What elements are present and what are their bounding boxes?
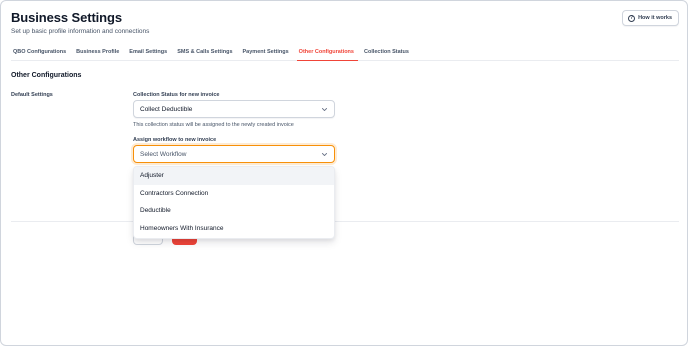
collection-status-select[interactable]: Collect Deductible — [133, 100, 335, 118]
workflow-dropdown-menu: Adjuster Contractors Connection Deductib… — [133, 166, 335, 239]
workflow-option[interactable]: Homeowners With Insurance — [134, 220, 334, 238]
workflow-option[interactable]: Contractors Connection — [134, 185, 334, 203]
business-settings-page: Business Settings Set up basic profile i… — [0, 0, 688, 346]
workflow-label: Assign workflow to new invoice — [133, 137, 217, 143]
collection-status-label: Collection Status for new invoice — [133, 92, 220, 98]
chevron-down-icon — [321, 151, 328, 158]
tab-qbo-configurations[interactable]: QBO Configurations — [11, 47, 70, 61]
tab-other-configurations[interactable]: Other Configurations — [296, 47, 358, 61]
help-circle-icon: ? — [628, 14, 636, 22]
workflow-option[interactable]: Deductible — [134, 202, 334, 220]
settings-tabs: QBO Configurations Business Profile Emai… — [11, 47, 679, 61]
workflow-placeholder: Select Workflow — [140, 150, 187, 158]
workflow-option[interactable]: Adjuster — [134, 167, 334, 185]
tab-business-profile[interactable]: Business Profile — [74, 47, 123, 61]
default-settings-label: Default Settings — [11, 92, 53, 98]
tab-sms-calls-settings[interactable]: SMS & Calls Settings — [175, 47, 236, 61]
page-title: Business Settings — [11, 10, 122, 25]
chevron-down-icon — [321, 106, 328, 113]
page-subtitle: Set up basic profile information and con… — [11, 28, 150, 35]
how-it-works-label: How it works — [638, 15, 672, 21]
workflow-select[interactable]: Select Workflow — [133, 145, 335, 163]
tab-email-settings[interactable]: Email Settings — [127, 47, 171, 61]
tab-payment-settings[interactable]: Payment Settings — [241, 47, 293, 61]
how-it-works-button[interactable]: ? How it works — [622, 10, 679, 26]
section-title: Other Configurations — [11, 72, 82, 79]
collection-status-value: Collect Deductible — [140, 105, 193, 113]
collection-status-hint: This collection status will be assigned … — [133, 122, 294, 128]
footer-divider — [11, 221, 679, 222]
tab-collection-status[interactable]: Collection Status — [362, 47, 413, 61]
